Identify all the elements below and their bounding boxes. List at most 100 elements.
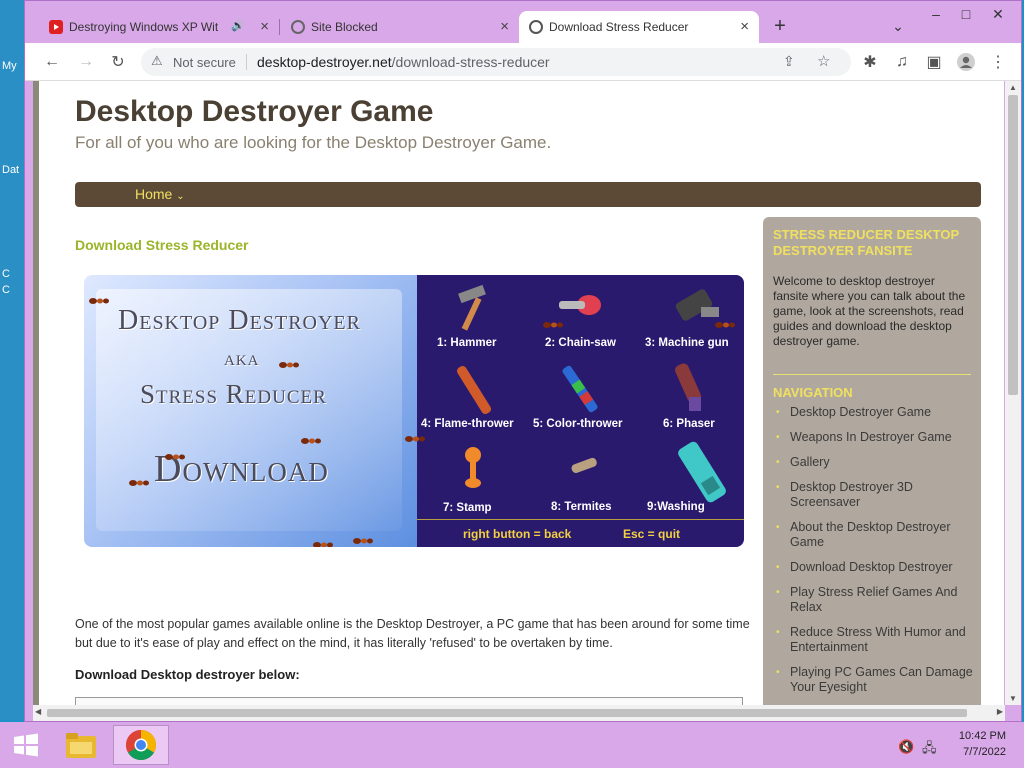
banner-divider bbox=[417, 519, 744, 520]
tab-title: Destroying Windows XP Wit bbox=[69, 20, 219, 34]
ant-icon bbox=[715, 322, 735, 328]
key-hint-quit: Esc = quit bbox=[623, 527, 681, 541]
clock-date: 7/7/2022 bbox=[963, 746, 1006, 758]
desktop-icon-label[interactable]: Dat bbox=[2, 164, 19, 176]
weapon-label: 2: Chain-saw bbox=[545, 337, 616, 349]
reload-button[interactable]: ↻ bbox=[107, 51, 129, 73]
weapon-label: 8: Termites bbox=[551, 501, 612, 513]
system-clock[interactable]: 10:42 PM 7/7/2022 bbox=[959, 728, 1006, 760]
tab-site-blocked[interactable]: Site Blocked × bbox=[281, 11, 519, 43]
download-box[interactable] bbox=[75, 697, 743, 705]
sidebar-link[interactable]: Desktop Destroyer 3D Screensaver bbox=[773, 480, 973, 510]
globe-icon bbox=[291, 20, 305, 34]
file-explorer-button[interactable] bbox=[58, 725, 104, 765]
folder-icon bbox=[66, 733, 96, 758]
banner-weapons-panel: 1: Hammer 2: Chain-saw 3: Machine gun 4:… bbox=[417, 275, 744, 547]
chainsaw-icon bbox=[559, 295, 601, 315]
sidebar-link[interactable]: About the Desktop Destroyer Game bbox=[773, 520, 973, 550]
forward-button[interactable]: → bbox=[75, 51, 97, 73]
ant-icon bbox=[543, 322, 563, 328]
tab-youtube[interactable]: Destroying Windows XP Wit 🔊 × bbox=[39, 11, 280, 43]
vertical-scrollbar[interactable]: ▲ ▼ bbox=[1005, 81, 1021, 705]
scroll-down-icon[interactable]: ▼ bbox=[1009, 694, 1017, 703]
horizontal-scrollbar[interactable]: ◀ ▶ bbox=[33, 705, 1005, 721]
sidebar-link[interactable]: Play Stress Relief Games And Relax bbox=[773, 585, 973, 615]
share-icon[interactable]: ⇪ bbox=[783, 53, 795, 70]
nav-home-link[interactable]: Home ⌄ bbox=[135, 186, 185, 202]
chevron-down-icon: ⌄ bbox=[176, 191, 185, 202]
speaker-icon[interactable]: 🔊 bbox=[231, 19, 245, 32]
volume-muted-icon[interactable]: 🔇 bbox=[898, 739, 914, 755]
close-icon[interactable]: × bbox=[500, 18, 509, 35]
url-path: /download-stress-reducer bbox=[391, 54, 550, 70]
color-thrower-icon bbox=[562, 365, 598, 413]
menu-icon[interactable]: ⋮ bbox=[987, 51, 1009, 73]
page-viewport: Desktop Destroyer Game For all of you wh… bbox=[33, 81, 1004, 705]
ant-icon bbox=[301, 438, 321, 444]
taskbar: 🔇 🖧 10:42 PM 7/7/2022 bbox=[0, 722, 1024, 768]
security-label[interactable]: Not secure bbox=[173, 55, 236, 70]
bookmark-star-icon[interactable]: ☆ bbox=[817, 52, 830, 70]
new-tab-button[interactable]: + bbox=[769, 15, 791, 37]
banner-title-panel: Desktop Destroyer aka Stress Reducer Dow… bbox=[84, 275, 417, 547]
media-control-icon[interactable]: ♫ bbox=[891, 51, 913, 73]
warning-icon[interactable]: ⚠ bbox=[151, 53, 163, 69]
close-icon[interactable]: × bbox=[260, 18, 269, 35]
scroll-right-icon[interactable]: ▶ bbox=[997, 707, 1003, 716]
tab-download-stress-reducer[interactable]: Download Stress Reducer × bbox=[519, 11, 759, 43]
hammer-icon bbox=[458, 284, 486, 331]
download-banner[interactable]: Desktop Destroyer aka Stress Reducer Dow… bbox=[84, 275, 744, 547]
sidebar-welcome-text: Welcome to desktop destroyer fansite whe… bbox=[773, 274, 966, 348]
download-heading: Download Desktop destroyer below: bbox=[75, 667, 300, 682]
toolbar: ← → ↻ ⚠ Not secure desktop-destroyer.net… bbox=[25, 43, 1021, 81]
divider bbox=[246, 54, 247, 70]
intro-paragraph: One of the most popular games available … bbox=[75, 617, 750, 650]
phaser-icon bbox=[675, 363, 701, 411]
sidebar-link[interactable]: Desktop Destroyer Game bbox=[773, 405, 973, 420]
url-domain: desktop-destroyer.net bbox=[257, 54, 392, 70]
nav-home-label: Home bbox=[135, 186, 173, 202]
address-bar[interactable]: ⚠ Not secure desktop-destroyer.net/downl… bbox=[141, 48, 851, 76]
sidebar-divider bbox=[773, 374, 971, 375]
tab-title: Download Stress Reducer bbox=[549, 20, 689, 34]
sidebar-link[interactable]: Weapons In Destroyer Game bbox=[773, 430, 973, 445]
chrome-taskbar-button[interactable] bbox=[113, 725, 169, 765]
start-button[interactable] bbox=[6, 725, 46, 765]
ant-icon bbox=[405, 436, 425, 442]
scroll-left-icon[interactable]: ◀ bbox=[35, 707, 41, 716]
scroll-up-icon[interactable]: ▲ bbox=[1009, 83, 1017, 92]
close-window-button[interactable]: ✕ bbox=[975, 3, 1021, 25]
sidebar-link[interactable]: Download Desktop Destroyer bbox=[773, 560, 973, 575]
desktop-icon-label[interactable]: C bbox=[2, 284, 10, 296]
tab-title: Site Blocked bbox=[311, 20, 378, 34]
scroll-thumb[interactable] bbox=[1008, 95, 1018, 395]
extensions-icon[interactable]: ✱ bbox=[859, 51, 881, 73]
page-heading: Download Stress Reducer bbox=[75, 237, 249, 253]
network-icon[interactable]: 🖧 bbox=[922, 739, 937, 761]
sidebar-link[interactable]: Playing PC Games Can Damage Your Eyesigh… bbox=[773, 665, 973, 695]
ant-icon bbox=[279, 362, 299, 368]
weapon-label: 4: Flame-thrower bbox=[421, 418, 514, 430]
banner-line-2: aka bbox=[224, 345, 260, 370]
desktop-icon-label[interactable]: My bbox=[2, 60, 17, 72]
site-title[interactable]: Desktop Destroyer Game bbox=[75, 95, 433, 129]
ant-icon bbox=[89, 298, 109, 304]
weapon-label: 5: Color-thrower bbox=[533, 418, 623, 430]
desktop-icon-label[interactable]: C bbox=[2, 268, 10, 280]
back-button[interactable]: ← bbox=[41, 51, 63, 73]
weapon-label: 6: Phaser bbox=[663, 418, 715, 430]
close-icon[interactable]: × bbox=[740, 18, 749, 35]
tab-separator bbox=[279, 19, 280, 35]
browser-window: Destroying Windows XP Wit 🔊 × Site Block… bbox=[24, 0, 1022, 722]
sidebar-link[interactable]: Reduce Stress With Humor and Entertainme… bbox=[773, 625, 973, 655]
url-text[interactable]: desktop-destroyer.net/download-stress-re… bbox=[257, 54, 550, 70]
sidebar-nav-title: NAVIGATION bbox=[773, 385, 853, 400]
profile-avatar-icon[interactable] bbox=[955, 51, 977, 73]
weapon-label: 1: Hammer bbox=[437, 337, 497, 349]
weapon-label: 3: Machine gun bbox=[645, 337, 729, 349]
youtube-icon bbox=[49, 20, 63, 34]
scroll-thumb[interactable] bbox=[47, 709, 967, 717]
side-panel-icon[interactable]: ▣ bbox=[923, 51, 945, 73]
sidebar-link[interactable]: Gallery bbox=[773, 455, 973, 470]
windows-logo-icon bbox=[14, 733, 38, 757]
